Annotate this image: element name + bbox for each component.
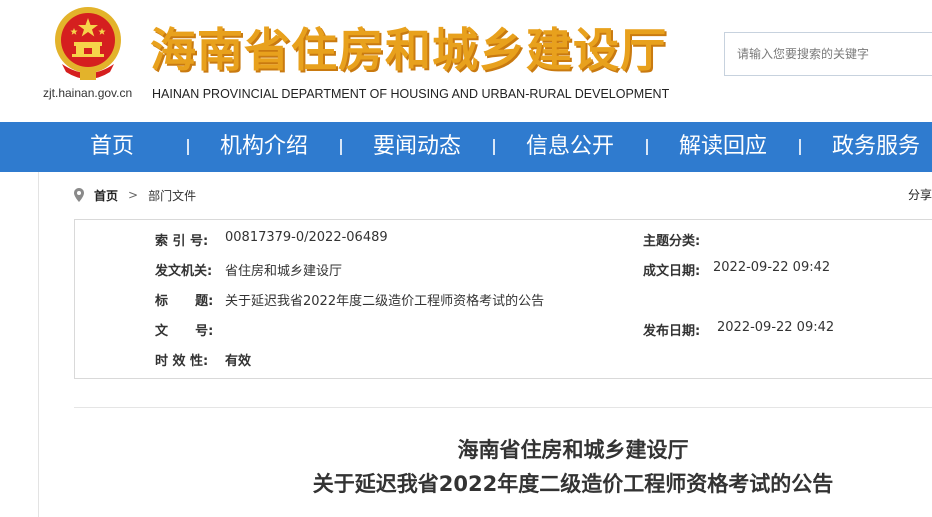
document-metadata-box: 索 引 号: 00817379-0/2022-06489 主题分类: 发文机关:… xyxy=(74,219,932,379)
issuer-label: 发文机关: xyxy=(155,264,213,279)
index-label: 索 引 号: xyxy=(155,234,209,249)
location-pin-icon xyxy=(74,188,84,202)
issuer-value: 省住房和城乡建设厅 xyxy=(225,264,343,279)
topic-label: 主题分类: xyxy=(643,234,701,249)
nav-item-news[interactable]: 要闻动态 xyxy=(373,122,461,172)
nav-separator xyxy=(493,139,495,155)
share-button[interactable]: 分享 xyxy=(908,186,932,203)
nav-separator xyxy=(187,139,189,155)
main-nav: 首页 机构介绍 要闻动态 信息公开 解读回应 政务服务 xyxy=(0,122,932,172)
breadcrumb: 首页 > 部门文件 xyxy=(74,186,196,204)
breadcrumb-home-link[interactable]: 首页 xyxy=(94,187,118,204)
search-input[interactable] xyxy=(725,33,932,75)
chevron-right-icon: > xyxy=(128,188,139,202)
search-box xyxy=(724,32,932,76)
validity-label: 时 效 性: xyxy=(155,354,209,369)
national-emblem-icon[interactable] xyxy=(50,4,126,84)
content-frame-border xyxy=(38,172,39,517)
nav-item-organization[interactable]: 机构介绍 xyxy=(220,122,308,172)
divider xyxy=(74,407,932,408)
nav-separator xyxy=(646,139,648,155)
article-title-line-1: 海南省住房和城乡建设厅 xyxy=(457,438,689,462)
title-label: 标 题: xyxy=(155,294,214,309)
doc-number-label: 文 号: xyxy=(155,324,214,339)
site-subtitle: HAINAN PROVINCIAL DEPARTMENT OF HOUSING … xyxy=(152,87,670,101)
breadcrumb-current[interactable]: 部门文件 xyxy=(148,187,196,204)
published-date-value: 2022-09-22 09:42 xyxy=(717,320,835,335)
published-date-label: 发布日期: xyxy=(643,324,701,339)
title-value: 关于延迟我省2022年度二级造价工程师资格考试的公告 xyxy=(225,294,545,309)
site-header: zjt.hainan.gov.cn 海南省住房和城乡建设厅 HAINAN PRO… xyxy=(0,0,932,122)
nav-item-home[interactable]: 首页 xyxy=(90,122,134,172)
nav-separator xyxy=(799,139,801,155)
article-title-line-2: 关于延迟我省2022年度二级造价工程师资格考试的公告 xyxy=(312,472,834,496)
nav-item-info-disclosure[interactable]: 信息公开 xyxy=(526,122,614,172)
validity-value: 有效 xyxy=(225,354,252,369)
created-date-value: 2022-09-22 09:42 xyxy=(713,260,831,275)
site-domain: zjt.hainan.gov.cn xyxy=(43,86,133,100)
nav-item-interpretation[interactable]: 解读回应 xyxy=(679,122,767,172)
nav-item-services[interactable]: 政务服务 xyxy=(832,122,920,172)
nav-separator xyxy=(340,139,342,155)
site-title[interactable]: 海南省住房和城乡建设厅 xyxy=(150,14,667,80)
created-date-label: 成文日期: xyxy=(643,264,701,279)
index-value: 00817379-0/2022-06489 xyxy=(225,230,388,245)
